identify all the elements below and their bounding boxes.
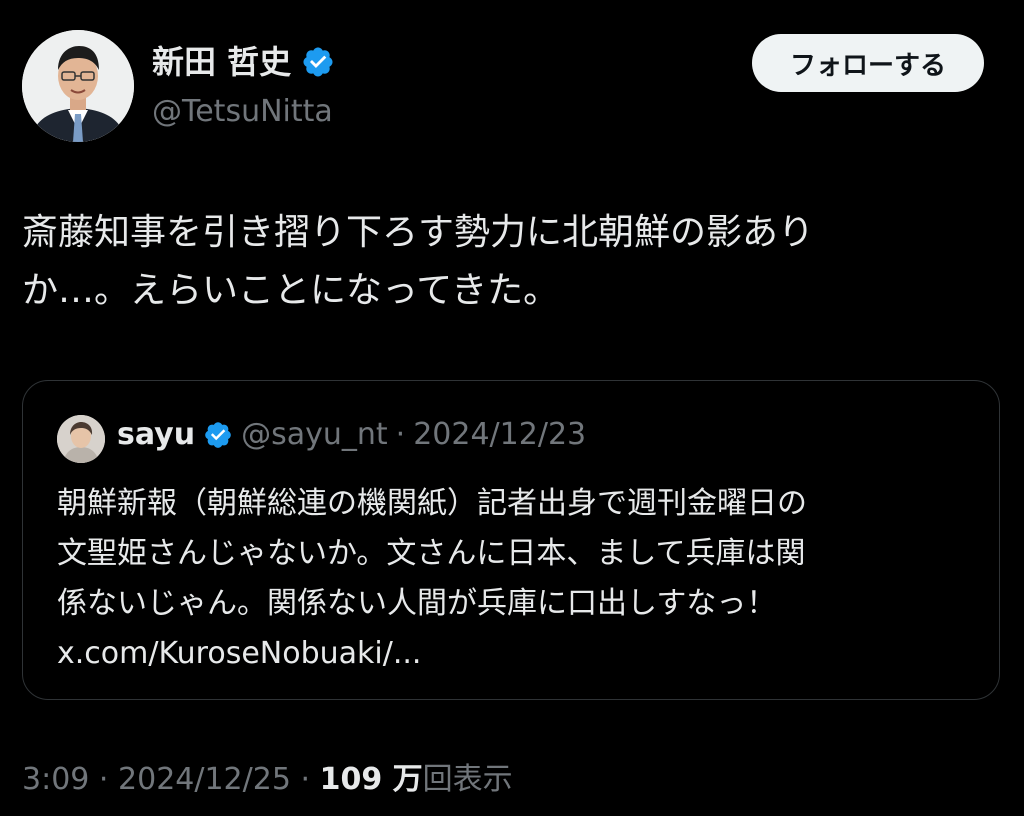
tweet-text: 斎藤知事を引き摺り下ろす勢力に北朝鮮の影あり か…。えらいことになってきた。 [22, 204, 922, 320]
views-count: 109 万 [319, 762, 423, 797]
separator-dot: · [300, 762, 311, 797]
quoted-tweet-header: sayu @sayu_nt · 2024/12/23 [117, 417, 586, 452]
quoted-tweet-card[interactable]: sayu @sayu_nt · 2024/12/23 朝鮮新報（朝鮮総連の機関紙）記… [22, 380, 1000, 700]
views-label: 回表示 [422, 762, 513, 797]
author-display-name[interactable]: 新田 哲史 [152, 40, 291, 84]
quoted-text-line: 係ないじゃん。関係ない人間が兵庫に口出しすなっ！ [57, 586, 777, 621]
verified-badge-icon [205, 421, 231, 448]
author-handle[interactable]: @TetsuNitta [152, 92, 333, 132]
author-avatar[interactable] [22, 30, 134, 142]
quoted-tweet-text: 朝鮮新報（朝鮮総連の機関紙）記者出身で週刊金曜日の 文聖姫さんじゃないか。文さん… [57, 479, 977, 679]
tweet-date[interactable]: 2024/12/25 [118, 762, 291, 797]
quoted-author-name: sayu [117, 417, 196, 452]
quoted-tweet-date: 2024/12/23 [413, 417, 587, 452]
quoted-text-line: 文聖姫さんじゃないか。文さんに日本、まして兵庫は関 [57, 536, 806, 571]
tweet-text-line: 斎藤知事を引き摺り下ろす勢力に北朝鮮の影あり [22, 212, 815, 253]
quoted-author-handle: @sayu_nt [241, 417, 388, 452]
author-name-row: 新田 哲史 [152, 40, 335, 84]
tweet-time[interactable]: 3:09 [22, 762, 89, 797]
separator-dot: · [98, 762, 109, 797]
profile-photo-icon [22, 30, 134, 142]
quoted-text-line: 朝鮮新報（朝鮮総連の機関紙）記者出身で週刊金曜日の [57, 486, 807, 521]
separator-dot: · [395, 417, 406, 452]
tweet-text-line: か…。えらいことになってきた。 [22, 270, 560, 311]
quoted-author-avatar [57, 415, 105, 463]
follow-button[interactable]: フォローする [752, 34, 984, 92]
verified-badge-icon [303, 47, 333, 77]
tweet-detail-page: 新田 哲史 @TetsuNitta フォローする 斎藤知事を引き摺り下ろす勢力に… [0, 0, 1024, 816]
profile-photo-icon [57, 415, 105, 463]
quoted-text-link[interactable]: x.com/KuroseNobuaki/... [57, 629, 977, 679]
tweet-meta: 3:09 · 2024/12/25 · 109 万回表示 [22, 758, 513, 802]
